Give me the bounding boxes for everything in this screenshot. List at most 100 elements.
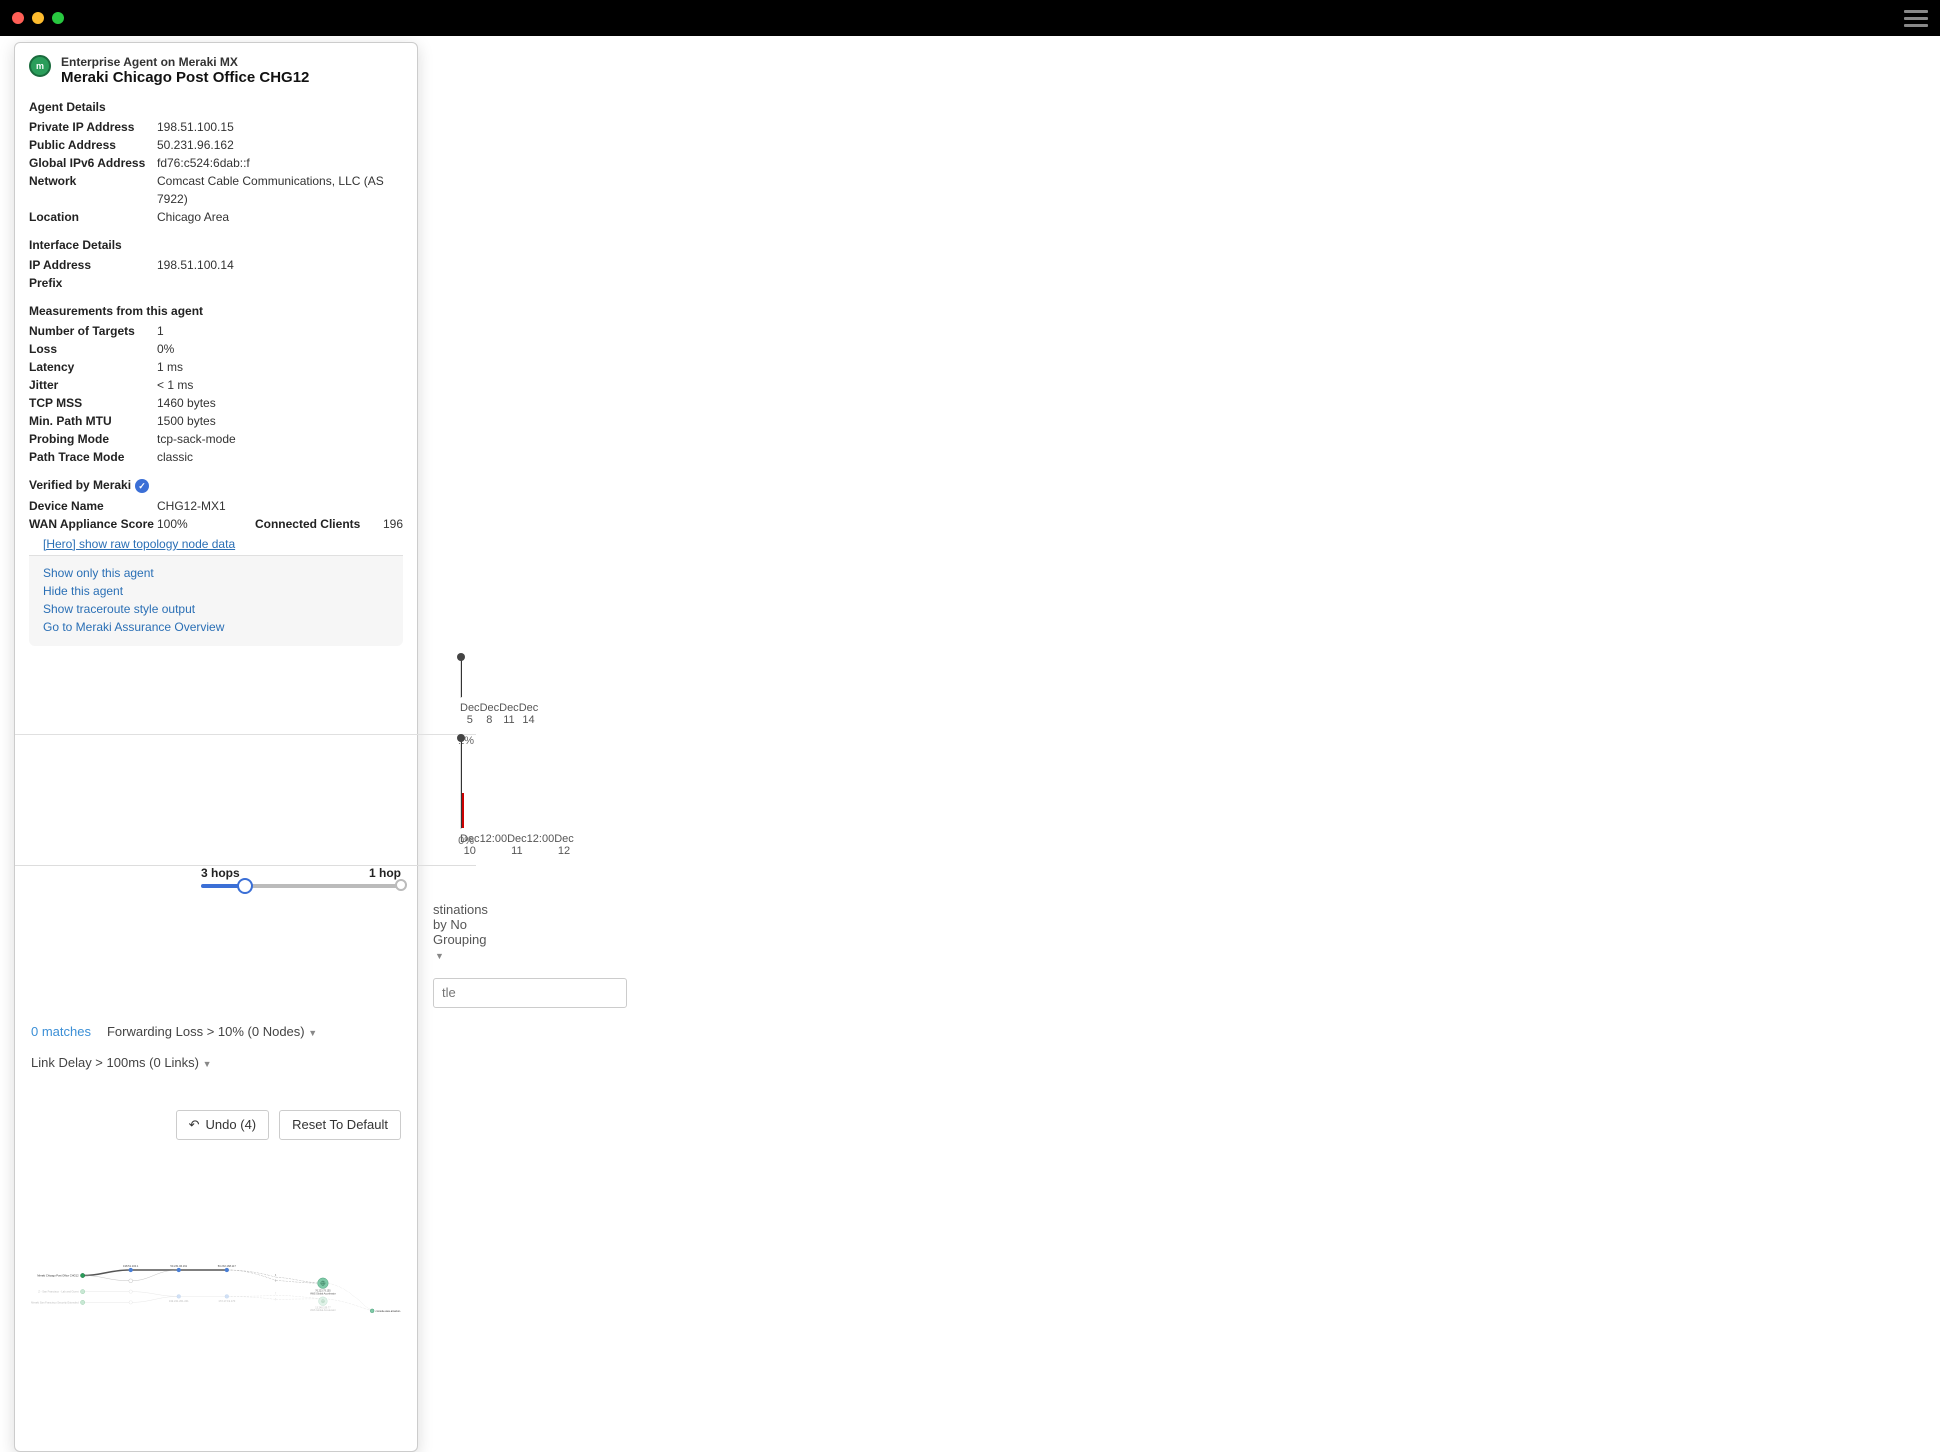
agent-node-dim[interactable] (80, 1300, 84, 1304)
value-probing: tcp-sack-mode (157, 430, 403, 448)
hops-left-label: 3 hops (201, 866, 240, 880)
grouping-label: stinations by No Grouping (433, 902, 488, 947)
filter-forwarding-loss[interactable]: Forwarding Loss > 10% (0 Nodes) ▼ (107, 1024, 317, 1039)
show-only-agent-link[interactable]: Show only this agent (43, 564, 389, 582)
path-count: 7 (275, 1299, 277, 1302)
agent-node-label: Meraki Chicago Post Office CHG12 (37, 1273, 79, 1277)
agent-node[interactable] (80, 1273, 84, 1277)
agent-detail-panel: m Enterprise Agent on Meraki MX Meraki C… (14, 42, 418, 1452)
grouping-dropdown[interactable]: stinations by No Grouping ▼ (433, 902, 488, 962)
tick-label: Dec 14 (519, 702, 539, 726)
hop-node-dim[interactable] (225, 1294, 229, 1298)
hop-node[interactable] (177, 1268, 181, 1272)
reset-button[interactable]: Reset To Default (279, 1110, 401, 1140)
hop-node-dim[interactable] (129, 1290, 132, 1293)
dest-ip: 76.223.79.155 (315, 1289, 331, 1292)
detail-timeline[interactable] (460, 739, 462, 829)
hop-label: 198.51.100.1 (123, 1264, 139, 1268)
hop-node[interactable] (225, 1268, 229, 1272)
minimize-icon[interactable] (32, 12, 44, 24)
matches-count: 0 matches (31, 1024, 91, 1039)
filter-link-delay[interactable]: Link Delay > 100ms (0 Links) ▼ (31, 1055, 212, 1070)
search-input[interactable] (433, 978, 627, 1008)
label-prefix: Prefix (29, 274, 157, 292)
final-label: console.aws.amazon.com (376, 1309, 401, 1313)
hop-node-dim[interactable] (177, 1294, 181, 1298)
agent-node-dim[interactable] (80, 1289, 84, 1293)
label-ipv6: Global IPv6 Address (29, 154, 157, 172)
hops-right-label: 1 hop (369, 866, 401, 880)
undo-icon: ↶ (189, 1117, 200, 1133)
raw-topology-link[interactable]: [Hero] show raw topology node data (29, 533, 403, 555)
value-device: CHG12-MX1 (157, 497, 403, 515)
hide-agent-link[interactable]: Hide this agent (43, 582, 389, 600)
menu-icon[interactable] (1904, 10, 1928, 27)
topology-graph[interactable]: 6 6 7 7 Meraki Chicago Post Office CHG12… (15, 1148, 417, 1451)
maximize-icon[interactable] (52, 12, 64, 24)
traceroute-link[interactable]: Show traceroute style output (43, 600, 389, 618)
verified-label: Verified by Meraki (29, 478, 131, 492)
label-clients: Connected Clients (255, 515, 383, 533)
hop-node[interactable] (129, 1268, 133, 1272)
label-iface-ip: IP Address (29, 256, 157, 274)
tick-label: Dec 5 (460, 702, 480, 726)
window-controls (12, 12, 64, 24)
hops-slider[interactable] (201, 884, 401, 888)
tick-label: Dec 12 (554, 833, 574, 857)
dest-name: AWS Global Accelerator (310, 1309, 336, 1312)
tick-label: 12:00 (527, 833, 555, 857)
label-device: Device Name (29, 497, 157, 515)
section-agent-details: Agent Details (29, 100, 403, 114)
undo-label: Undo (4) (206, 1117, 257, 1132)
titlebar (0, 0, 1940, 36)
section-interface: Interface Details (29, 238, 403, 252)
hop-label: 50.232.168.117 (218, 1264, 237, 1268)
value-wan-score: 100% (157, 515, 255, 533)
value-iface-ip: 198.51.100.14 (157, 256, 403, 274)
timeline-marker-icon[interactable] (457, 653, 465, 661)
value-mtu: 1500 bytes (157, 412, 403, 430)
label-trace: Path Trace Mode (29, 448, 157, 466)
tick-label: 12:00 (480, 833, 508, 857)
verified-badge-icon: ✓ (135, 479, 149, 493)
slider-thumb-left[interactable] (237, 878, 253, 894)
value-jitter: < 1 ms (157, 376, 403, 394)
hop-node[interactable] (129, 1279, 133, 1283)
detail-timeline-marker-icon[interactable] (457, 734, 465, 742)
tick-label: Dec 11 (499, 702, 519, 726)
value-prefix (157, 274, 403, 292)
label-targets: Number of Targets (29, 322, 157, 340)
label-network: Network (29, 172, 157, 208)
section-measurements: Measurements from this agent (29, 304, 403, 318)
chevron-down-icon: ▼ (308, 1028, 317, 1038)
agent-node-label: Z - San Francisco - Lab and Guest (38, 1289, 79, 1293)
value-network: Comcast Cable Communications, LLC (AS 79… (157, 172, 403, 208)
section-verified: Verified by Meraki ✓ (29, 478, 403, 493)
slider-thumb-right[interactable] (395, 879, 407, 891)
filter-label: Forwarding Loss > 10% (0 Nodes) (107, 1024, 305, 1039)
agent-icon: m (29, 55, 51, 77)
value-targets: 1 (157, 322, 403, 340)
chevron-down-icon: ▼ (435, 951, 444, 961)
value-location: Chicago Area (157, 208, 403, 226)
value-latency: 1 ms (157, 358, 403, 376)
hop-node-dim[interactable] (129, 1301, 132, 1304)
overview-timeline[interactable] (460, 658, 462, 698)
label-probing: Probing Mode (29, 430, 157, 448)
goto-meraki-link[interactable]: Go to Meraki Assurance Overview (43, 618, 389, 636)
label-mss: TCP MSS (29, 394, 157, 412)
value-trace: classic (157, 448, 403, 466)
close-icon[interactable] (12, 12, 24, 24)
hop-label: 199.241.201.241 (169, 1299, 189, 1303)
value-clients: 196 (383, 515, 403, 533)
label-loss: Loss (29, 340, 157, 358)
tick-label: Dec 11 (507, 833, 527, 857)
final-node[interactable] (370, 1309, 374, 1313)
panel-title: Meraki Chicago Post Office CHG12 (61, 69, 403, 86)
undo-button[interactable]: ↶ Undo (4) (176, 1110, 269, 1140)
label-public-addr: Public Address (29, 136, 157, 154)
chevron-down-icon: ▼ (203, 1059, 212, 1069)
tick-label: Dec 8 (480, 702, 500, 726)
reset-label: Reset To Default (292, 1117, 388, 1132)
panel-subtitle: Enterprise Agent on Meraki MX (61, 55, 403, 69)
